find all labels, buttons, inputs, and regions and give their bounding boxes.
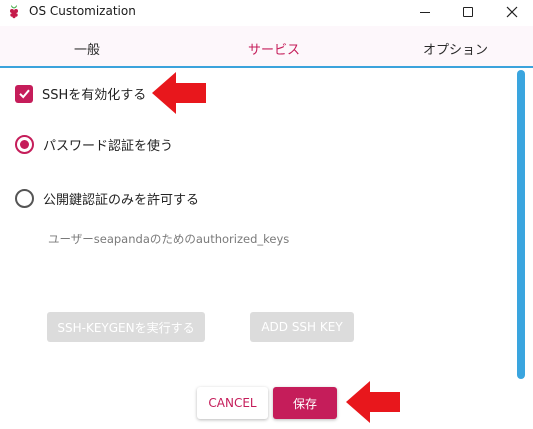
enable-ssh-checkbox[interactable] — [15, 84, 33, 103]
checkmark-icon — [18, 89, 30, 99]
radio-selected-dot — [20, 140, 29, 149]
vertical-scrollbar[interactable] — [517, 70, 525, 379]
run-ssh-keygen-button[interactable]: SSH-KEYGENを実行する — [47, 312, 205, 342]
save-button[interactable]: 保存 — [273, 387, 337, 419]
window-title: OS Customization — [29, 4, 136, 18]
tab-services[interactable]: サービス — [248, 39, 300, 58]
tab-options[interactable]: オプション — [423, 39, 488, 58]
pubkey-auth-row[interactable]: 公開鍵認証のみを許可する — [15, 189, 199, 208]
raspberry-pi-icon — [10, 5, 18, 19]
pubkey-auth-radio[interactable] — [15, 189, 34, 208]
enable-ssh-row[interactable]: SSHを有効化する — [15, 84, 146, 103]
authorized-keys-label: ユーザーseapandaのためのauthorized_keys — [48, 232, 290, 246]
maximize-button[interactable] — [447, 0, 489, 24]
tab-bar: 一般 サービス オプション — [0, 26, 533, 68]
close-button[interactable] — [491, 0, 533, 24]
os-customization-window: OS Customization 一般 サービス オプション SSHを有効化する — [0, 0, 533, 429]
pubkey-auth-label: 公開鍵認証のみを許可する — [43, 193, 200, 208]
minimize-button[interactable] — [404, 0, 446, 24]
title-bar: OS Customization — [0, 0, 533, 24]
annotation-arrow-icon — [346, 381, 400, 423]
add-ssh-key-button[interactable]: ADD SSH KEY — [250, 312, 354, 342]
password-auth-radio[interactable] — [15, 135, 34, 154]
minimize-icon — [420, 11, 430, 13]
enable-ssh-label: SSHを有効化する — [42, 88, 147, 103]
annotation-arrow-icon — [152, 72, 206, 114]
close-icon — [506, 6, 518, 18]
maximize-icon — [463, 7, 473, 17]
password-auth-label: パスワード認証を使う — [43, 139, 174, 154]
cancel-button[interactable]: CANCEL — [197, 387, 268, 419]
password-auth-row[interactable]: パスワード認証を使う — [15, 135, 173, 154]
tab-general[interactable]: 一般 — [74, 39, 100, 58]
